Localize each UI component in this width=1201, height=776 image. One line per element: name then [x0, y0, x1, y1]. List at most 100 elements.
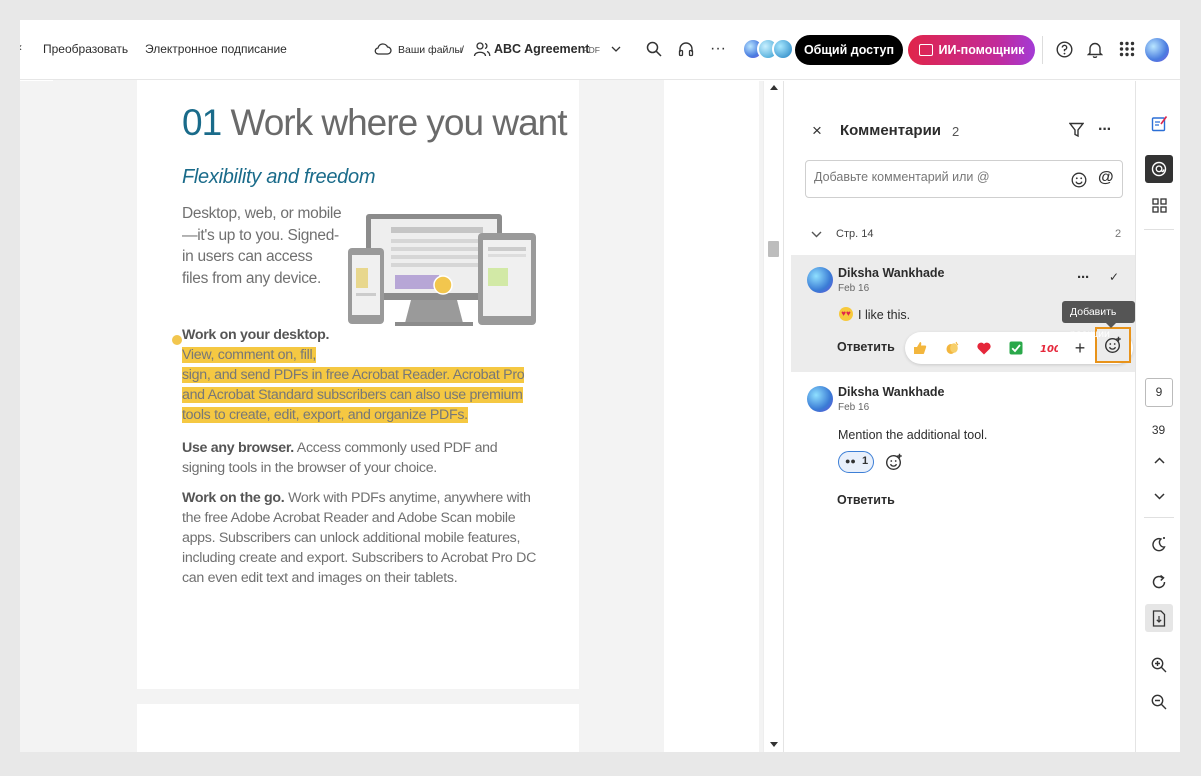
chevron-down-icon[interactable]	[605, 38, 627, 60]
checkmark-reaction-icon[interactable]	[1007, 339, 1025, 357]
filter-icon[interactable]	[1068, 122, 1085, 143]
convert-menu[interactable]: Преобразовать	[43, 42, 128, 56]
thumbs-up-reaction-icon[interactable]	[911, 339, 929, 357]
reply-button[interactable]: Ответить	[837, 493, 895, 507]
browser-heading: Use any browser.	[182, 440, 294, 456]
comments-title: Комментарии	[840, 122, 942, 139]
more-icon[interactable]: ···	[1098, 121, 1112, 139]
pdf-page[interactable]: 01 Work where you want Flexibility and f…	[137, 80, 579, 689]
top-toolbar: ‹ Преобразовать Электронное подписание В…	[20, 20, 1180, 80]
intro-paragraph: Desktop, web, or mobile—it's up to you. …	[182, 205, 342, 287]
divider	[1144, 517, 1174, 518]
comments-panel: × Комментарии 2 ··· @ Стр. 14 2 Diksha W…	[783, 81, 1136, 752]
mention-icon[interactable]: @	[1098, 169, 1114, 187]
heart-reaction-icon[interactable]	[975, 339, 993, 357]
page-display-icon[interactable]	[1145, 604, 1173, 632]
document-viewport[interactable]: 01 Work where you want Flexibility and f…	[20, 80, 787, 752]
apps-grid-icon[interactable]	[1116, 38, 1138, 60]
your-files-link[interactable]: Ваши файлы	[398, 44, 462, 56]
heading-number: 01	[182, 102, 222, 143]
comment-tool-icon[interactable]	[1145, 155, 1173, 183]
doc-title[interactable]: ABC Agreement	[494, 42, 589, 56]
scroll-down-icon[interactable]	[770, 742, 778, 747]
document-scrollbar[interactable]	[763, 81, 783, 752]
hundred-reaction-icon[interactable]: 100	[1039, 339, 1059, 357]
doc-type-badge: PDF	[583, 45, 600, 55]
dark-mode-icon[interactable]	[1146, 531, 1172, 557]
divider	[1144, 229, 1174, 230]
page-subheading: Flexibility and freedom	[182, 166, 376, 188]
page-number-box[interactable]: 9	[1145, 378, 1173, 407]
comment-input-box[interactable]: @	[805, 160, 1123, 198]
page-total: 39	[1151, 423, 1166, 437]
page-group-label[interactable]: Стр. 14	[836, 228, 873, 240]
more-icon[interactable]: ···	[1077, 269, 1090, 286]
heading-text: Work where you want	[230, 102, 567, 143]
browser-paragraph: Use any browser. Access commonly used PD…	[182, 438, 542, 478]
chevron-down-icon[interactable]	[1146, 483, 1172, 509]
ai-chat-icon	[918, 44, 933, 56]
comment-author: Diksha Wankhade	[838, 385, 945, 399]
collaborator-avatars[interactable]	[742, 38, 794, 60]
scroll-up-icon[interactable]	[770, 85, 778, 90]
highlighted-text[interactable]: sign, and send PDFs in free Acrobat Read…	[182, 367, 525, 423]
comment-text: I like this.	[858, 308, 911, 322]
cloud-icon[interactable]	[372, 38, 394, 60]
right-tool-rail: 9 39	[1135, 81, 1180, 752]
zoom-in-icon[interactable]	[1146, 652, 1172, 678]
back-icon[interactable]: ‹	[20, 40, 22, 54]
viewer-gutter	[664, 81, 759, 752]
comment-text: Mention the additional tool.	[838, 428, 988, 442]
comments-count: 2	[952, 124, 960, 139]
zoom-out-icon[interactable]	[1146, 689, 1172, 715]
scroll-thumb[interactable]	[768, 241, 779, 257]
headphones-icon[interactable]	[675, 38, 697, 60]
page-heading: 01 Work where you want	[182, 102, 568, 144]
bell-icon[interactable]	[1084, 38, 1106, 60]
heart-eyes-emoji-icon: ♥♥	[839, 307, 853, 321]
add-reaction-icon[interactable]	[885, 453, 903, 476]
mobile-heading: Work on the go.	[182, 490, 285, 506]
resolve-check-icon[interactable]: ✓	[1109, 270, 1119, 284]
ai-assistant-button[interactable]: ИИ-помощник	[908, 35, 1035, 65]
pdf-page-next[interactable]	[137, 704, 579, 752]
close-icon[interactable]: ×	[812, 121, 822, 141]
avatar	[807, 267, 833, 293]
divider	[1042, 36, 1043, 64]
share-button[interactable]: Общий доступ	[795, 35, 903, 65]
comment-author: Diksha Wankhade	[838, 266, 945, 280]
chevron-up-icon[interactable]	[1146, 447, 1172, 473]
comment-thread[interactable]: Diksha Wankhade Feb 16 Mention the addit…	[791, 375, 1136, 515]
comment-date: Feb 16	[838, 283, 870, 294]
search-icon[interactable]	[643, 38, 665, 60]
breadcrumb-separator: /	[461, 44, 464, 56]
desktop-paragraph: Work on your desktop. View, comment on, …	[182, 325, 542, 425]
comment-date: Feb 16	[838, 402, 870, 413]
help-icon[interactable]	[1053, 38, 1075, 60]
chevron-down-icon[interactable]	[811, 225, 822, 243]
emoji-icon[interactable]	[1071, 172, 1087, 193]
comment-input[interactable]	[814, 170, 1054, 184]
more-icon[interactable]: ···	[707, 38, 729, 60]
mobile-paragraph: Work on the go. Work with PDFs anytime, …	[182, 488, 542, 588]
user-avatar[interactable]	[1145, 38, 1169, 62]
devices-illustration	[348, 214, 536, 326]
esign-menu[interactable]: Электронное подписание	[145, 42, 287, 56]
eyes-emoji-icon: ●●	[845, 456, 856, 466]
highlight-comment-marker[interactable]	[172, 335, 182, 345]
highlighted-text[interactable]: View, comment on, fill,	[182, 347, 316, 363]
avatar	[772, 38, 794, 60]
desktop-heading: Work on your desktop.	[182, 327, 330, 343]
thumbnails-icon[interactable]	[1146, 192, 1172, 218]
shared-users-icon	[471, 38, 493, 60]
page-column: 01 Work where you want Flexibility and f…	[53, 80, 664, 752]
rotate-icon[interactable]	[1146, 569, 1172, 595]
reaction-chip[interactable]: ●● 1	[838, 451, 874, 473]
svg-text:100: 100	[1040, 344, 1058, 354]
clapping-reaction-icon[interactable]	[943, 339, 961, 357]
avatar	[807, 386, 833, 412]
app-window: ‹ Преобразовать Электронное подписание В…	[20, 20, 1180, 752]
page-group-count: 2	[1115, 228, 1122, 240]
reply-button[interactable]: Ответить	[837, 340, 895, 354]
edit-pdf-icon[interactable]	[1146, 110, 1172, 136]
